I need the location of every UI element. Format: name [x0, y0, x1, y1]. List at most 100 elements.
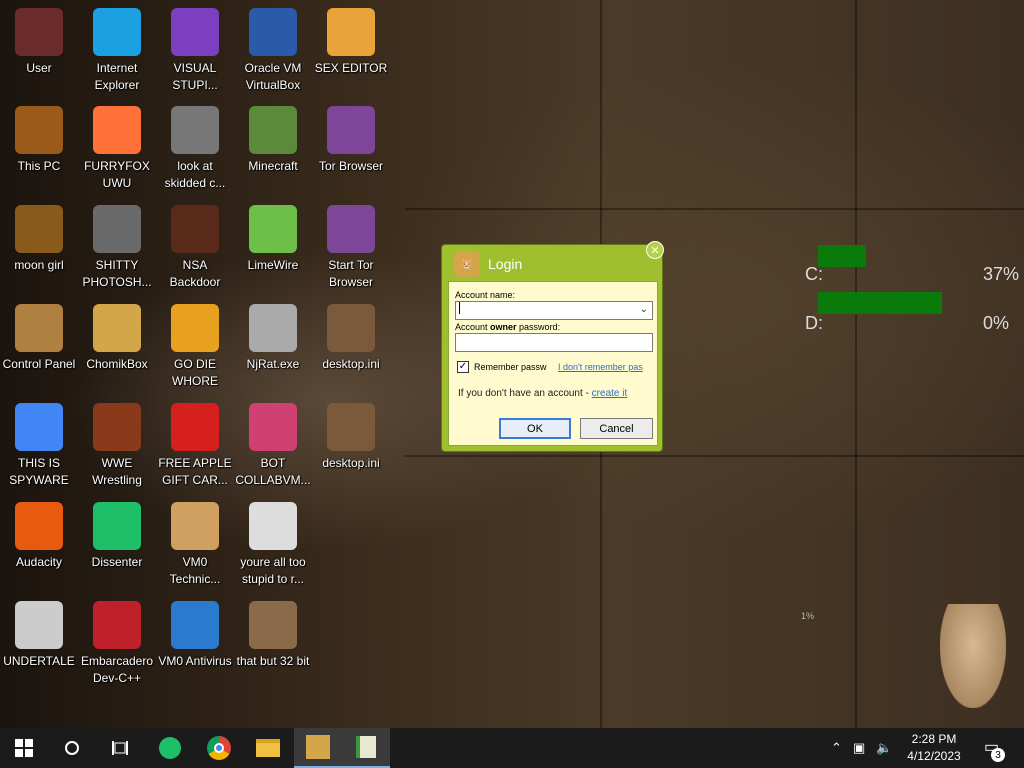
desktop-icon-label: SHITTY PHOTOSH... — [82, 258, 152, 289]
desktop-icon[interactable]: ChomikBox — [78, 298, 156, 390]
desktop-icon[interactable]: Start Tor Browser — [312, 199, 390, 291]
desktop-icon[interactable]: FREE APPLE GIFT CAR... — [156, 397, 234, 489]
create-account-link[interactable]: create it — [592, 388, 628, 399]
password-field[interactable] — [455, 333, 653, 352]
desktop-icon-label: SEX EDITOR — [314, 61, 388, 75]
forgot-password-link[interactable]: I don't remember pas — [558, 362, 654, 372]
desktop-icon[interactable]: Minecraft — [234, 100, 312, 192]
cancel-button[interactable]: Cancel — [580, 418, 653, 439]
no-account-text: If you don't have an account - create it — [458, 388, 627, 399]
desktop-icon[interactable]: FURRYFOX UWU — [78, 100, 156, 192]
desktop-icon-label: Minecraft — [248, 159, 298, 173]
chomikbox-icon — [306, 735, 330, 759]
technician-icon — [171, 502, 219, 550]
search-button[interactable] — [48, 728, 96, 768]
desktop-icon[interactable]: VISUAL STUPI... — [156, 2, 234, 94]
desktop-icon[interactable]: VM0 Technic... — [156, 496, 234, 588]
background-line — [405, 208, 1024, 210]
desktop-icon[interactable]: SHITTY PHOTOSH... — [78, 199, 156, 291]
desktop-icon[interactable]: that but 32 bit — [234, 595, 312, 687]
chomikbox-taskbar[interactable] — [294, 728, 342, 768]
lightbulb-icon — [15, 304, 63, 352]
login-form: Account name: ⌄ Account owner password: … — [448, 281, 658, 446]
desktop-icon[interactable]: UNDERTALE — [0, 595, 78, 687]
desktop-icon-label: NSA Backdoor — [169, 258, 221, 289]
chevron-down-icon[interactable]: ⌄ — [640, 304, 648, 315]
desktop-icon-label: moon girl — [14, 258, 64, 272]
clock-time: 2:28 PM — [911, 732, 957, 746]
desktop-icon-label: VM0 Antivirus — [158, 654, 232, 668]
task-view-icon — [112, 741, 128, 755]
hxd-icon — [356, 736, 376, 758]
close-icon[interactable]: ✕ — [646, 241, 664, 259]
desktop-icon[interactable]: Embarcadero Dev-C++ — [78, 595, 156, 687]
desktop-icon[interactable]: VM0 Antivirus — [156, 595, 234, 687]
volume-muted-icon[interactable]: 🔈 — [876, 740, 892, 756]
desktop-icon[interactable]: moon girl — [0, 199, 78, 291]
account-name-label: Account name: — [455, 290, 516, 300]
taskbar: ⌃ ▣ 🔈 2:28 PM 4/12/2023 ▭ — [0, 728, 1024, 768]
no-account-prefix: If you don't have an account - — [458, 388, 592, 399]
desktop-icon[interactable]: Dissenter — [78, 496, 156, 588]
password-label-post: password: — [516, 322, 561, 332]
desktop-icon[interactable]: desktop.ini — [312, 397, 390, 489]
desktop-icon[interactable]: Oracle VM VirtualBox — [234, 2, 312, 94]
task-view-button[interactable] — [96, 728, 144, 768]
dissenter-icon — [159, 737, 181, 759]
gimp-icon — [93, 205, 141, 253]
desktop-icon-label: FURRYFOX UWU — [84, 159, 150, 190]
password-label-pre: Account — [455, 322, 491, 332]
desktop-icon[interactable]: Control Panel — [0, 298, 78, 390]
desktop-icon[interactable]: look at skidded c... — [156, 100, 234, 192]
disk-c-percent: 37% — [983, 264, 1020, 284]
desktop-icon-label: VM0 Technic... — [169, 555, 221, 586]
desktop-icon[interactable]: NSA Backdoor — [156, 199, 234, 291]
desktop-icon[interactable]: SEX EDITOR — [312, 2, 390, 94]
desktop-icon[interactable]: GO DIE WHORE — [156, 298, 234, 390]
visual-studio-icon — [171, 8, 219, 56]
desktop-icon-label: Oracle VM VirtualBox — [244, 61, 302, 92]
desktop-icon[interactable]: NjRat.exe — [234, 298, 312, 390]
desktop-icon[interactable]: WWE Wrestling — [78, 397, 156, 489]
account-name-combobox[interactable]: ⌄ — [455, 301, 653, 320]
desktop-icon[interactable]: LimeWire — [234, 199, 312, 291]
desktop-icon-label: Tor Browser — [318, 159, 383, 173]
dissenter-taskbar[interactable] — [146, 728, 194, 768]
ok-button[interactable]: OK — [499, 418, 571, 439]
desktop-icon[interactable]: Audacity — [0, 496, 78, 588]
circle-search-icon — [65, 741, 79, 755]
desktop-icon-label: Embarcadero Dev-C++ — [80, 654, 154, 685]
ini-file-icon — [327, 403, 375, 451]
clock[interactable]: 2:28 PM 4/12/2023 — [898, 731, 970, 765]
desktop-icon-label: FREE APPLE GIFT CAR... — [158, 456, 232, 487]
remember-checkbox[interactable]: ✓ — [457, 361, 469, 373]
login-dialog: 🐹 Login ✕ Account name: ⌄ Account owner … — [441, 241, 664, 452]
chomikbox-logo-icon: 🐹 — [454, 251, 480, 277]
desktop-icon[interactable]: youre all too stupid to r... — [234, 496, 312, 588]
desktop-icon[interactable]: BOT COLLABVM... — [234, 397, 312, 489]
desktop-icon[interactable]: Tor Browser — [312, 100, 390, 192]
chrome-taskbar[interactable] — [195, 728, 243, 768]
start-button[interactable] — [0, 728, 48, 768]
desktop-icon[interactable]: THIS IS SPYWARE — [0, 397, 78, 489]
chrome-icon — [15, 403, 63, 451]
user-folder-icon — [15, 8, 63, 56]
desktop-icon[interactable]: This PC — [0, 100, 78, 192]
chevron-up-icon[interactable]: ⌃ — [831, 740, 842, 756]
desktop-icon-label: that but 32 bit — [236, 654, 310, 668]
desktop-icon-label: UNDERTALE — [3, 654, 75, 668]
desktop-icon[interactable]: desktop.ini — [312, 298, 390, 390]
desktop-icon[interactable]: User — [0, 2, 78, 94]
desktop-icon-label: Control Panel — [2, 357, 76, 371]
desktop-icon-label: BOT COLLABVM... — [235, 456, 311, 487]
disk-d-bar — [818, 292, 942, 314]
file-explorer-taskbar[interactable] — [244, 728, 292, 768]
windows-logo-icon — [15, 739, 33, 757]
desktop-icon-label: NjRat.exe — [246, 357, 300, 371]
desktop-icon-label: WWE Wrestling — [92, 456, 142, 487]
network-icon[interactable]: ▣ — [853, 740, 865, 756]
notification-count-badge: 3 — [991, 748, 1005, 762]
desktop-icon[interactable]: Internet Explorer — [78, 2, 156, 94]
hxd-taskbar[interactable] — [342, 728, 390, 768]
disk-d-label: D: — [805, 313, 823, 333]
